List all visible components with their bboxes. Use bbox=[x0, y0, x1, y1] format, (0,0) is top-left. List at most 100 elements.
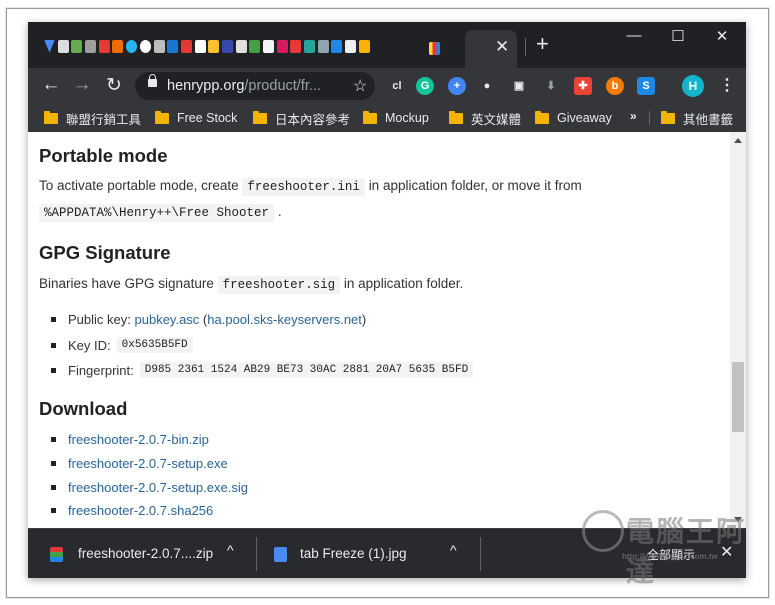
portable-code-ini: freeshooter.ini bbox=[242, 178, 365, 196]
download-link-bin-zip[interactable]: freeshooter-2.0.7-bin.zip bbox=[68, 432, 209, 447]
key-id-value: 0x5635B5FD bbox=[116, 337, 193, 353]
tab-favicon-18[interactable] bbox=[276, 39, 288, 53]
tab-favicon-9[interactable] bbox=[153, 39, 165, 53]
tab-favicon-21[interactable] bbox=[317, 39, 329, 53]
chevron-up-icon[interactable]: ^ bbox=[450, 542, 457, 558]
tab-favicon-20[interactable] bbox=[304, 39, 316, 53]
profile-avatar[interactable]: H bbox=[682, 75, 704, 97]
download-link-item: freeshooter-2.0.7-bin.zip bbox=[51, 432, 209, 447]
tab-close-icon[interactable]: ✕ bbox=[495, 37, 509, 57]
tab-favicon-13[interactable] bbox=[208, 39, 220, 53]
tab-favicon-15[interactable] bbox=[235, 39, 247, 53]
tab-favicon-2[interactable] bbox=[57, 39, 69, 53]
menu-icon[interactable]: ⋮ bbox=[719, 75, 735, 95]
pinned-tabs bbox=[44, 37, 373, 55]
maximize-button[interactable]: ☐ bbox=[668, 27, 688, 45]
scrollbar-thumb[interactable] bbox=[732, 362, 744, 432]
bookmark-label: Mockup bbox=[385, 111, 429, 125]
tab-favicon-17[interactable] bbox=[263, 39, 274, 53]
tab-favicon-6[interactable] bbox=[112, 39, 124, 53]
add-icon[interactable]: + bbox=[448, 77, 466, 95]
tab-favicon-11[interactable] bbox=[180, 39, 192, 53]
bullet bbox=[51, 461, 56, 466]
bookmark-folder-4[interactable]: Mockup bbox=[363, 109, 429, 127]
s-icon[interactable]: S bbox=[637, 77, 655, 95]
reload-button[interactable]: ↻ bbox=[103, 74, 125, 97]
tab-favicon-4[interactable] bbox=[85, 39, 97, 53]
bookmark-folder-1[interactable]: 聯盟行銷工具 bbox=[44, 109, 141, 127]
pubkey-link[interactable]: pubkey.asc bbox=[135, 312, 200, 327]
b-icon[interactable]: b bbox=[606, 77, 624, 95]
puzzle-icon[interactable]: ✚ bbox=[574, 77, 592, 95]
heading-gpg-signature: GPG Signature bbox=[39, 242, 171, 263]
toolbar: ← → ↻ henrypp.org/product/fr... ☆ cl G + ● ▣… bbox=[28, 68, 746, 104]
bookmark-folder-6[interactable]: Giveaway bbox=[535, 109, 612, 127]
chevron-up-icon[interactable]: ^ bbox=[227, 542, 234, 558]
gpg-text-2: in application folder. bbox=[343, 276, 464, 291]
keyserver-link[interactable]: ha.pool.sks-keyservers.net bbox=[207, 312, 362, 327]
bullet bbox=[51, 317, 56, 322]
watermark-face-icon bbox=[582, 510, 624, 552]
close-window-button[interactable]: ✕ bbox=[712, 27, 732, 45]
watermark-url: http://www.kocpc.com.tw bbox=[622, 552, 718, 561]
tab-favicon-23[interactable] bbox=[345, 39, 357, 53]
bookmark-star-icon[interactable]: ☆ bbox=[353, 76, 367, 96]
tab-favicon-10[interactable] bbox=[167, 39, 179, 53]
folder-icon bbox=[155, 110, 169, 124]
tab-favicon-24[interactable] bbox=[358, 39, 370, 53]
download-link-sha256[interactable]: freeshooter-2.0.7.sha256 bbox=[68, 503, 213, 518]
tab-favicon-19[interactable] bbox=[290, 39, 302, 53]
bookmark-label: 日本內容參考 bbox=[275, 112, 351, 127]
vertical-scrollbar[interactable] bbox=[730, 132, 746, 528]
image-file-icon bbox=[274, 547, 287, 562]
bookmark-label: Free Stock bbox=[177, 111, 238, 125]
forward-button[interactable]: → bbox=[71, 74, 93, 96]
bullet bbox=[51, 367, 56, 373]
list-item-fingerprint: Fingerprint: D985 2361 1524 AB29 BE73 30… bbox=[51, 362, 474, 378]
bullet bbox=[51, 485, 56, 490]
tab-favicon-7[interactable] bbox=[126, 39, 138, 53]
cl-extension[interactable]: cl bbox=[388, 77, 406, 95]
folder-icon bbox=[661, 110, 675, 124]
tab-favicon-5[interactable] bbox=[98, 39, 110, 53]
download-filename: tab Freeze (1).jpg bbox=[300, 546, 407, 561]
url-text[interactable]: henrypp.org/product/fr... bbox=[167, 78, 321, 94]
watermark-logo: 電腦王阿達 http://www.kocpc.com.tw bbox=[582, 500, 752, 587]
tab-strip: ✕ + — ☐ ✕ bbox=[28, 22, 746, 68]
image-icon[interactable]: ▣ bbox=[510, 77, 528, 95]
folder-icon bbox=[363, 110, 377, 124]
download-link-setup-sig[interactable]: freeshooter-2.0.7-setup.exe.sig bbox=[68, 480, 248, 495]
fingerprint-label: Fingerprint: bbox=[68, 362, 134, 378]
tab-favicon-14[interactable] bbox=[221, 39, 233, 53]
browser-window: ✕ + — ☐ ✕ ← → ↻ henrypp.org/product/fr..… bbox=[28, 22, 746, 578]
bookmark-folder-2[interactable]: Free Stock bbox=[155, 109, 237, 127]
back-button[interactable]: ← bbox=[40, 74, 62, 96]
bullet bbox=[51, 342, 56, 348]
new-tab-button[interactable]: + bbox=[536, 31, 549, 57]
tab-favicon-8[interactable] bbox=[139, 39, 151, 53]
tab-favicon-12[interactable] bbox=[194, 39, 206, 53]
tab-favicon-1[interactable] bbox=[44, 39, 55, 53]
grammarly-icon[interactable]: G bbox=[416, 77, 434, 95]
bookmark-label: Giveaway bbox=[557, 111, 612, 125]
tab-favicon-16[interactable] bbox=[249, 39, 261, 53]
minimize-button[interactable]: — bbox=[624, 27, 644, 44]
bookmark-folder-3[interactable]: 日本內容參考 bbox=[253, 109, 350, 127]
fingerprint-value: D985 2361 1524 AB29 BE73 30AC 2881 20A7 … bbox=[139, 362, 474, 378]
scroll-up-arrow-icon[interactable] bbox=[734, 138, 742, 143]
address-bar[interactable]: henrypp.org/product/fr... ☆ bbox=[135, 72, 375, 100]
lock-icon[interactable] bbox=[148, 74, 157, 87]
other-bookmarks-folder[interactable]: 其他書籤 bbox=[661, 109, 733, 127]
bookmarks-overflow-button[interactable]: » bbox=[630, 109, 637, 123]
bookmarks-separator bbox=[649, 111, 650, 125]
bookmark-folder-5[interactable]: 英文媒體 bbox=[449, 109, 521, 127]
active-tab-favicon bbox=[429, 42, 440, 55]
download-item-jpg[interactable]: tab Freeze (1).jpg ^ bbox=[258, 529, 478, 578]
download-link-setup-exe[interactable]: freeshooter-2.0.7-setup.exe bbox=[68, 456, 228, 471]
download-icon[interactable]: ⬇ bbox=[542, 77, 560, 95]
tab-favicon-3[interactable] bbox=[71, 39, 83, 53]
tab-active[interactable]: ✕ bbox=[429, 30, 517, 68]
download-item-zip[interactable]: freeshooter-2.0.7....zip ^ bbox=[28, 529, 254, 578]
tab-favicon-22[interactable] bbox=[331, 39, 343, 53]
chat-icon[interactable]: ● bbox=[478, 77, 496, 95]
